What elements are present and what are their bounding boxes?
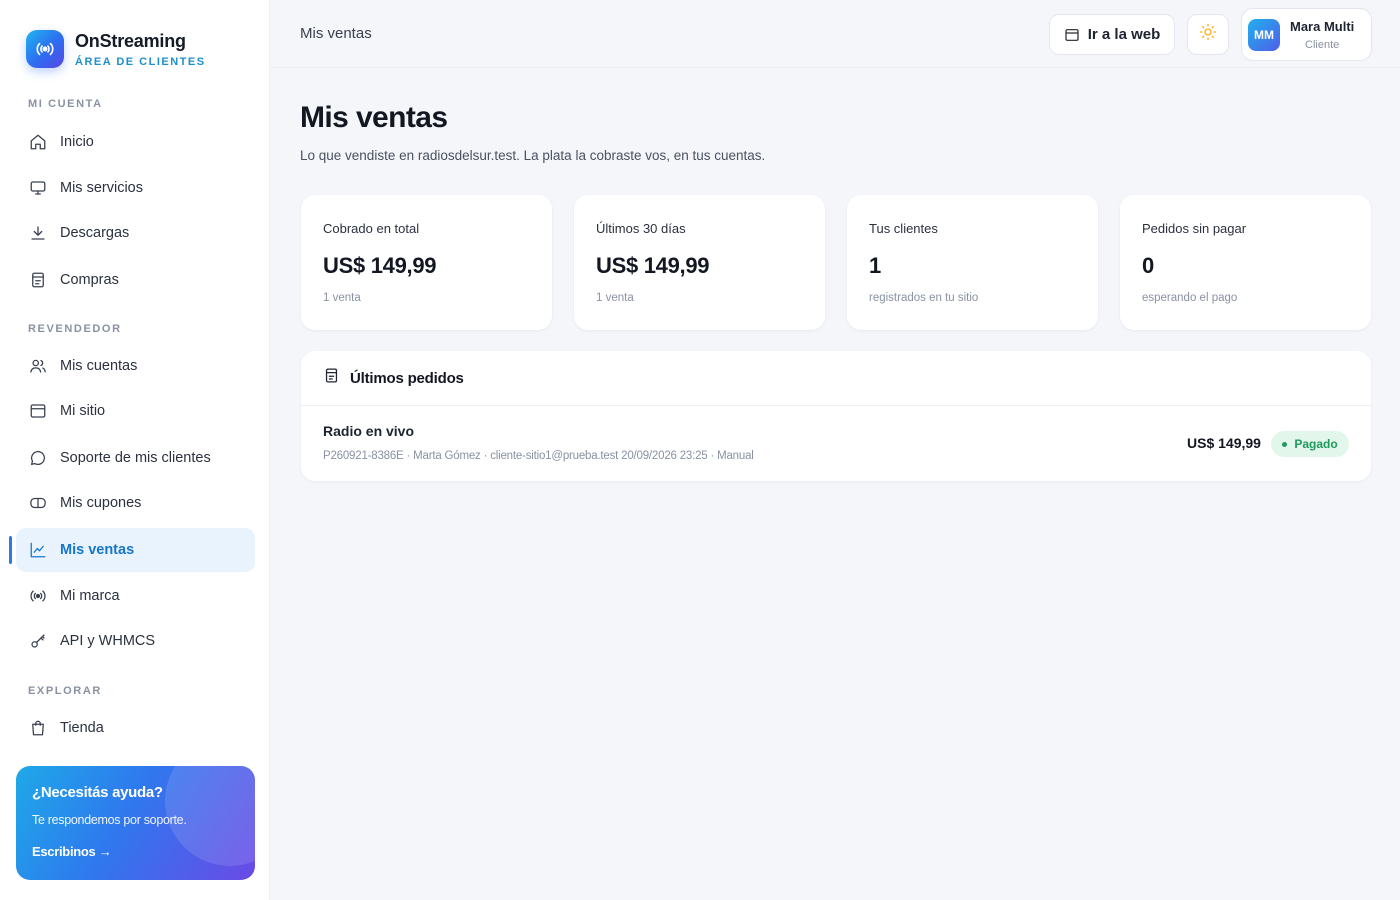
orders-header: Últimos pedidos [301, 351, 1371, 406]
stat-card-unpaid: Pedidos sin pagar 0 esperando el pago [1120, 195, 1371, 330]
sidebar-item-soporte-de-mis-clientes[interactable]: Soporte de mis clientes [16, 436, 255, 480]
user-name: Mara Multi [1290, 18, 1355, 34]
sidebar-item-inicio[interactable]: Inicio [16, 120, 255, 164]
users-icon [28, 356, 48, 376]
status-label: Pagado [1294, 437, 1338, 451]
stat-value: US$ 149,99 [596, 253, 710, 278]
stat-value: US$ 149,99 [323, 253, 437, 278]
user-role: Cliente [1305, 38, 1340, 51]
sidebar-item-label: Tienda [60, 720, 104, 736]
go-to-web-button[interactable]: Ir a la web [1049, 14, 1175, 55]
receipt-icon [28, 270, 48, 290]
sidebar-item-mi-sitio[interactable]: Mi sitio [16, 389, 255, 433]
status-dot [1282, 441, 1288, 447]
stat-note: esperando el pago [1142, 292, 1238, 304]
avatar: MM [1248, 18, 1280, 51]
chart-line-icon [28, 540, 48, 560]
help-title: ¿Necesitás ayuda? [32, 784, 163, 801]
sidebar-item-label: Mis ventas [60, 542, 135, 558]
order-row[interactable]: Radio en vivo P260921-8386E · Marta Góme… [301, 407, 1371, 481]
stat-value: 1 [869, 253, 881, 278]
stat-label: Pedidos sin pagar [1142, 221, 1247, 236]
sidebar-item-label: Compras [60, 272, 119, 288]
sidebar-item-mi-marca[interactable]: Mi marca [16, 574, 255, 618]
help-contact-link[interactable]: Escribinos → [32, 844, 112, 859]
stat-card-total: Cobrado en total US$ 149,99 1 venta [301, 195, 552, 330]
browser-icon [28, 401, 48, 421]
help-text: Te respondemos por soporte. [32, 813, 187, 827]
stat-note: 1 venta [596, 292, 634, 304]
sidebar-item-mis-ventas[interactable]: Mis ventas [16, 528, 255, 572]
help-card: ¿Necesitás ayuda? Te respondemos por sop… [16, 766, 255, 880]
key-icon [28, 631, 48, 651]
breadcrumb: Mis ventas [300, 25, 372, 42]
stat-label: Últimos 30 días [596, 221, 686, 236]
receipt-icon [323, 367, 340, 389]
sidebar-item-api-whmcs[interactable]: API y WHMCS [16, 619, 255, 663]
sidebar-item-mis-servicios[interactable]: Mis servicios [16, 166, 255, 210]
stat-card-30-days: Últimos 30 días US$ 149,99 1 venta [574, 195, 825, 330]
sun-icon [1199, 23, 1217, 46]
section-title-explorar: EXPLORAR [28, 685, 102, 697]
sidebar-item-tienda[interactable]: Tienda [16, 706, 255, 750]
status-badge: Pagado [1271, 431, 1349, 457]
sidebar-item-label: Inicio [60, 134, 94, 150]
chat-icon [28, 448, 48, 468]
active-indicator [9, 536, 12, 564]
orders-title: Últimos pedidos [350, 369, 464, 387]
order-title: Radio en vivo [323, 423, 415, 439]
stat-note: registrados en tu sitio [869, 292, 979, 304]
sidebar-item-label: Mis cuentas [60, 358, 138, 374]
sidebar-item-label: API y WHMCS [60, 633, 156, 649]
section-title-revendedor: REVENDEDOR [28, 323, 122, 335]
sidebar-item-label: Soporte de mis clientes [60, 450, 211, 466]
sidebar-item-label: Mi sitio [60, 403, 106, 419]
stat-label: Tus clientes [869, 221, 938, 236]
order-meta: P260921-8386E · Marta Gómez · cliente-si… [323, 450, 754, 462]
sidebar-item-label: Mis servicios [60, 180, 143, 196]
order-amount: US$ 149,99 [1187, 435, 1261, 451]
page-subtitle: Lo que vendiste en radiosdelsur.test. La… [300, 148, 766, 163]
sidebar-item-mis-cuentas[interactable]: Mis cuentas [16, 344, 255, 388]
sidebar-item-compras[interactable]: Compras [16, 258, 255, 302]
stat-value: 0 [1142, 253, 1154, 278]
page-title: Mis ventas [300, 101, 448, 134]
sidebar-item-label: Descargas [60, 225, 130, 241]
stat-card-clients: Tus clientes 1 registrados en tu sitio [847, 195, 1098, 330]
brand-subtitle: ÁREA DE CLIENTES [75, 55, 206, 68]
broadcast-icon [28, 586, 48, 606]
sidebar-item-label: Mi marca [60, 588, 120, 604]
download-icon [28, 223, 48, 243]
broadcast-icon [26, 30, 64, 68]
brand-name: OnStreaming [75, 30, 186, 51]
go-to-web-label: Ir a la web [1087, 26, 1161, 43]
topbar: Mis ventas Ir a la web MM Mara Multi Cli… [271, 0, 1400, 68]
sidebar-item-descargas[interactable]: Descargas [16, 211, 255, 255]
home-icon [28, 132, 48, 152]
theme-toggle-button[interactable] [1187, 14, 1229, 55]
section-title-mi-cuenta: MI CUENTA [28, 98, 103, 110]
shopping-bag-icon [28, 718, 48, 738]
browser-icon [1064, 27, 1080, 43]
user-menu[interactable]: MM Mara Multi Cliente [1241, 8, 1372, 61]
sidebar-item-label: Mis cupones [60, 495, 142, 511]
sidebar: OnStreaming ÁREA DE CLIENTES MI CUENTA I… [0, 0, 270, 900]
stat-note: 1 venta [323, 292, 361, 304]
stat-label: Cobrado en total [323, 221, 420, 236]
brand[interactable]: OnStreaming ÁREA DE CLIENTES [26, 30, 206, 68]
ticket-icon [28, 493, 48, 513]
sidebar-item-mis-cupones[interactable]: Mis cupones [16, 481, 255, 525]
monitor-icon [28, 178, 48, 198]
orders-card: Últimos pedidos Radio en vivo P260921-83… [301, 351, 1371, 481]
